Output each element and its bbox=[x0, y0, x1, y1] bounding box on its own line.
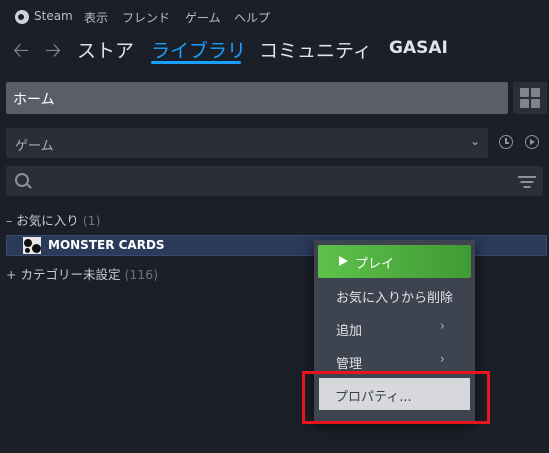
expand-icon: + bbox=[6, 267, 17, 282]
submenu-arrow-icon: › bbox=[439, 352, 445, 367]
filter-icon[interactable] bbox=[518, 175, 536, 189]
manage-label: 管理 bbox=[336, 357, 363, 372]
search-icon bbox=[15, 173, 29, 187]
submenu-arrow-icon: › bbox=[439, 319, 445, 334]
menu-steam[interactable]: Steam bbox=[34, 9, 73, 23]
search-input[interactable] bbox=[36, 171, 510, 193]
menu-help[interactable]: ヘルプ bbox=[234, 9, 270, 26]
game-thumbnail-icon bbox=[23, 237, 41, 254]
back-arrow-icon[interactable]: 🡠 bbox=[13, 36, 29, 70]
favorites-count: (1) bbox=[82, 213, 101, 228]
nav-user[interactable]: GASAI bbox=[389, 38, 448, 58]
forward-arrow-icon[interactable]: 🡢 bbox=[45, 36, 61, 70]
play-icon bbox=[339, 256, 348, 266]
remove-from-favorites-item[interactable]: お気に入りから削除 bbox=[314, 280, 475, 310]
play-filter-icon[interactable] bbox=[525, 135, 539, 149]
top-menu-bar: Steam 表示 フレンド ゲーム ヘルプ bbox=[0, 0, 549, 32]
nav-community[interactable]: コミュニティ bbox=[259, 36, 372, 63]
favorites-label: お気に入り bbox=[16, 213, 79, 228]
remove-from-favorites-label: お気に入りから削除 bbox=[336, 291, 454, 306]
collapse-icon: – bbox=[6, 213, 13, 228]
menu-view[interactable]: 表示 bbox=[84, 9, 108, 26]
recent-clock-icon[interactable] bbox=[499, 135, 513, 149]
menu-games[interactable]: ゲーム bbox=[185, 9, 221, 26]
uncategorized-collection-header[interactable]: + カテゴリー未設定 (116) bbox=[6, 264, 158, 283]
filter-selected-label: ゲーム bbox=[15, 139, 54, 154]
nav-store[interactable]: ストア bbox=[77, 36, 134, 63]
game-name: MONSTER CARDS bbox=[48, 238, 165, 252]
play-label: プレイ bbox=[355, 257, 395, 272]
add-to-label: 追加 bbox=[336, 324, 363, 339]
uncategorized-count: (116) bbox=[124, 267, 159, 282]
add-to-item[interactable]: 追加 › bbox=[314, 313, 475, 343]
favorites-collection-header[interactable]: – お気に入り (1) bbox=[6, 210, 100, 230]
collection-filter-select[interactable]: ゲーム ⌄ bbox=[6, 128, 488, 158]
grid-view-icon[interactable] bbox=[513, 82, 547, 114]
play-button[interactable]: プレイ bbox=[318, 245, 471, 278]
active-tab-underline bbox=[151, 61, 241, 64]
nav-library[interactable]: ライブラリ bbox=[151, 36, 246, 63]
search-bar bbox=[6, 166, 543, 196]
menu-friends[interactable]: フレンド bbox=[122, 9, 170, 26]
chevron-down-icon: ⌄ bbox=[469, 134, 480, 148]
steam-logo-icon[interactable] bbox=[15, 10, 29, 24]
home-button[interactable]: ホーム bbox=[6, 82, 508, 114]
uncategorized-label: カテゴリー未設定 bbox=[20, 267, 121, 282]
home-label: ホーム bbox=[13, 92, 55, 108]
annotation-highlight-box bbox=[302, 371, 490, 424]
main-navigation: 🡠 🡢 ストア ライブラリ コミュニティ GASAI bbox=[0, 32, 549, 68]
